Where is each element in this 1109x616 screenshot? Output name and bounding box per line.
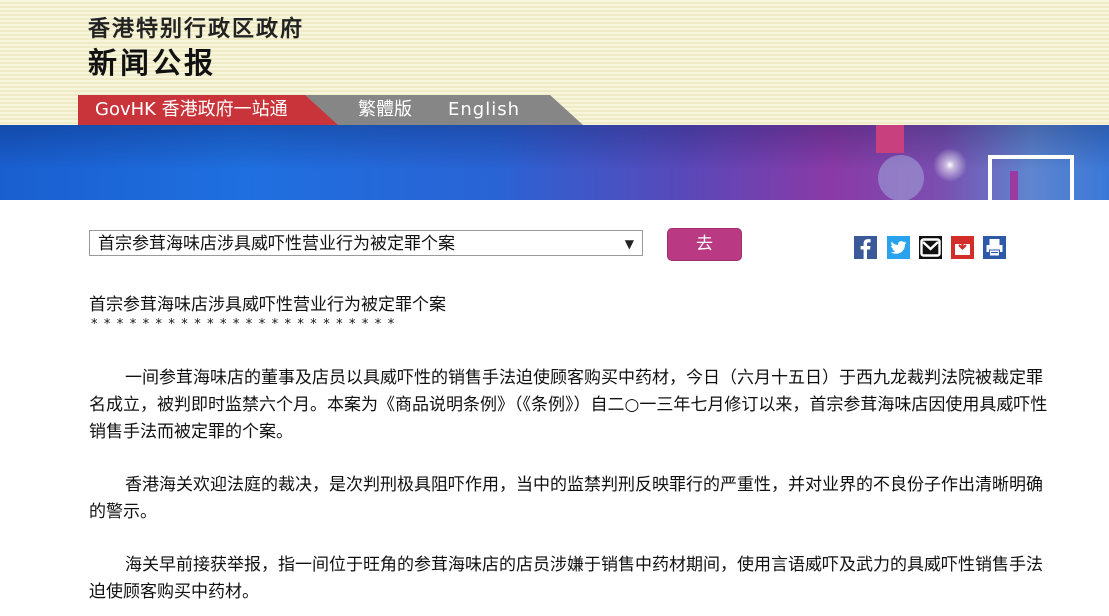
article-paragraph-1: 一间参茸海味店的董事及店员以具威吓性的销售手法迫使顾客购买中药材，今日（六月十五…	[89, 368, 1048, 442]
article-select-value: 首宗参茸海味店涉具威吓性营业行为被定罪个案	[98, 234, 455, 254]
banner-decoration-circle	[878, 155, 924, 200]
press-release-title: 新闻公报	[88, 46, 217, 80]
article-paragraph-2: 香港海关欢迎法庭的裁决，是次判刑极具阻吓作用，当中的监禁判刑反映罪行的严重性，并…	[89, 475, 1043, 522]
banner-sparkle	[930, 145, 970, 185]
article-title: 首宗参茸海味店涉具威吓性营业行为被定罪个案	[89, 295, 446, 315]
twitter-icon[interactable]	[887, 236, 910, 259]
dropdown-arrow-icon: ▼	[624, 237, 634, 251]
page-header: 香港特别行政区政府 新闻公报 繁體版 English GovHK 香港政府一站通	[0, 0, 1109, 125]
article-paragraph-3: 海关早前接获举报，指一间位于旺角的参茸海味店的店员涉嫌于销售中药材期间，使用言语…	[89, 555, 1043, 602]
header-banner	[0, 125, 1109, 200]
print-icon[interactable]	[983, 236, 1006, 259]
facebook-icon[interactable]	[854, 236, 877, 259]
go-button[interactable]: 去	[667, 228, 742, 261]
traditional-chinese-link[interactable]: 繁體版	[358, 95, 412, 125]
government-title: 香港特别行政区政府	[88, 17, 305, 42]
article-select[interactable]: 首宗参茸海味店涉具威吓性营业行为被定罪个案 ▼	[89, 230, 643, 256]
banner-decoration-bar	[1010, 171, 1018, 200]
title-star-separator: ************************	[91, 317, 401, 332]
english-link[interactable]: English	[448, 95, 520, 125]
banner-decoration-frame	[988, 155, 1074, 200]
language-tab-bar: 繁體版 English	[300, 95, 583, 125]
govhk-link[interactable]: GovHK 香港政府一站通	[78, 95, 338, 125]
banner-decoration-square	[876, 125, 904, 153]
save-icon[interactable]	[951, 236, 974, 259]
email-icon[interactable]	[919, 236, 942, 259]
